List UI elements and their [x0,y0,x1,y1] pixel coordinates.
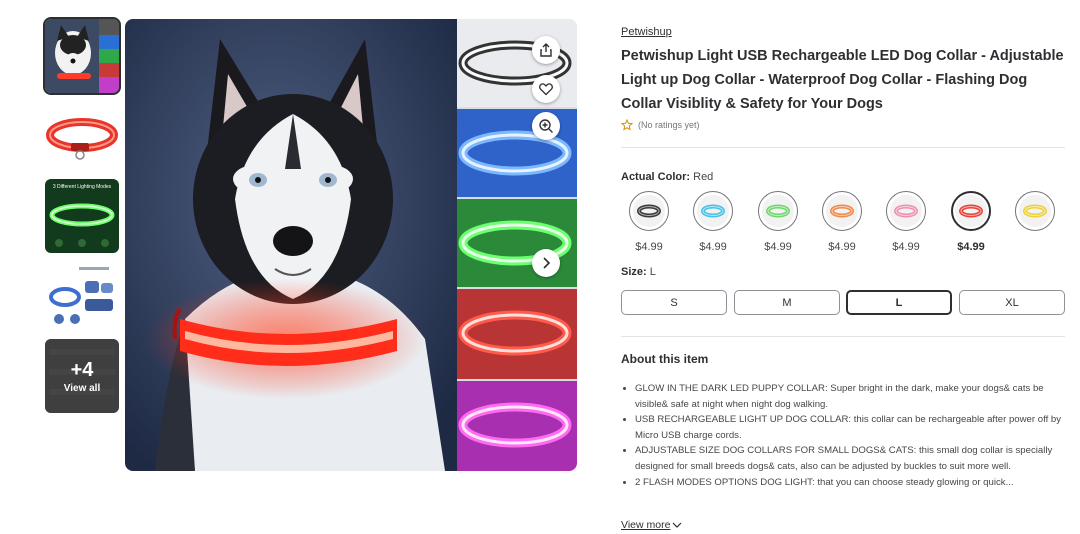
view-more-link[interactable]: View more [621,519,682,531]
about-bullets: GLOW IN THE DARK LED PUPPY COLLAR: Super… [621,381,1075,490]
size-selected-value: L [649,266,656,278]
color-swatch-red[interactable] [951,191,991,231]
heart-icon [539,83,553,96]
lighting-modes-thumbnail-image: 3 Different Lighting Modes [45,179,119,253]
collar-black-icon [637,204,661,218]
size-option-m[interactable]: M [734,290,840,315]
chevron-down-icon [672,522,682,528]
collar-red-icon [959,204,983,218]
zoom-button[interactable] [532,112,560,140]
color-swatch-yellow[interactable] [1015,191,1055,231]
color-swatch-orange[interactable] [822,191,862,231]
size-label: Size: [621,266,647,278]
color-swatch-image [955,195,987,227]
divider [621,336,1065,337]
view-more-label: View more [621,519,671,531]
about-title: About this item [621,352,709,366]
chevron-right-icon [543,257,551,269]
view-all-label: View all [63,382,101,394]
thumbnail-4[interactable] [45,259,119,333]
color-price-green: $4.99 [764,241,792,253]
color-label: Actual Color: [621,171,691,183]
color-price-blue: $4.99 [699,241,727,253]
divider [621,147,1065,148]
collar-green-icon [766,204,790,218]
color-price-red: $4.99 [957,241,985,253]
view-all-count: +4 [70,358,94,381]
view-all-thumbnail[interactable]: +4 View all [45,339,119,413]
size-option-l[interactable]: L [846,290,952,315]
usb-diagram-thumbnail-image [45,259,119,333]
husky-collage-thumbnail-image [45,19,119,93]
color-swatch-pink[interactable] [886,191,926,231]
red-collar-thumbnail-image [45,99,119,173]
size-label-row: Size: L [621,266,656,278]
rating-text: (No ratings yet) [638,120,700,130]
color-swatch-image [1019,195,1051,227]
about-bullet: 2 FLASH MODES OPTIONS DOG LIGHT: that yo… [635,475,1075,491]
about-bullet: ADJUSTABLE SIZE DOG COLLARS FOR SMALL DO… [635,443,1075,474]
thumbnail-3[interactable]: 3 Different Lighting Modes [45,179,119,253]
star-outline-icon [621,119,633,131]
product-title: Petwishup Light USB Rechargeable LED Dog… [621,48,1064,112]
thumbnail-1[interactable] [43,17,121,95]
collar-pink-icon [894,204,918,218]
next-image-button[interactable] [532,249,560,277]
color-selected-value: Red [693,171,714,183]
favorite-button[interactable] [532,75,560,103]
about-bullet: GLOW IN THE DARK LED PUPPY COLLAR: Super… [635,381,1075,412]
color-price-black: $4.99 [635,241,663,253]
size-option-xl[interactable]: XL [959,290,1065,315]
color-price-pink: $4.99 [892,241,920,253]
color-swatch-image [890,195,922,227]
about-bullet: USB RECHARGEABLE LIGHT UP DOG COLLAR: th… [635,412,1075,443]
color-swatch-green[interactable] [758,191,798,231]
thumbnail-2[interactable] [45,99,119,173]
collar-yellow-icon [1023,204,1047,218]
lighting-modes-caption: 3 Different Lighting Modes [53,184,112,190]
size-option-s[interactable]: S [621,290,727,315]
color-swatch-black[interactable] [629,191,669,231]
view-all-overlay: +4 View all [45,339,119,413]
collar-blue-icon [701,204,725,218]
share-icon [540,43,552,57]
color-price-orange: $4.99 [828,241,856,253]
color-swatch-image [826,195,858,227]
color-swatch-image [762,195,794,227]
share-button[interactable] [532,36,560,64]
color-swatch-image [697,195,729,227]
main-product-image[interactable] [125,19,577,471]
zoom-in-icon [539,119,553,133]
collar-orange-icon [830,204,854,218]
color-label-row: Actual Color: Red [621,171,713,183]
husky-with-led-collars-image [125,19,577,471]
brand-link[interactable]: Petwishup [621,26,672,38]
color-swatch-blue[interactable] [693,191,733,231]
color-swatch-image [633,195,665,227]
rating-summary[interactable]: (No ratings yet) [621,119,700,131]
